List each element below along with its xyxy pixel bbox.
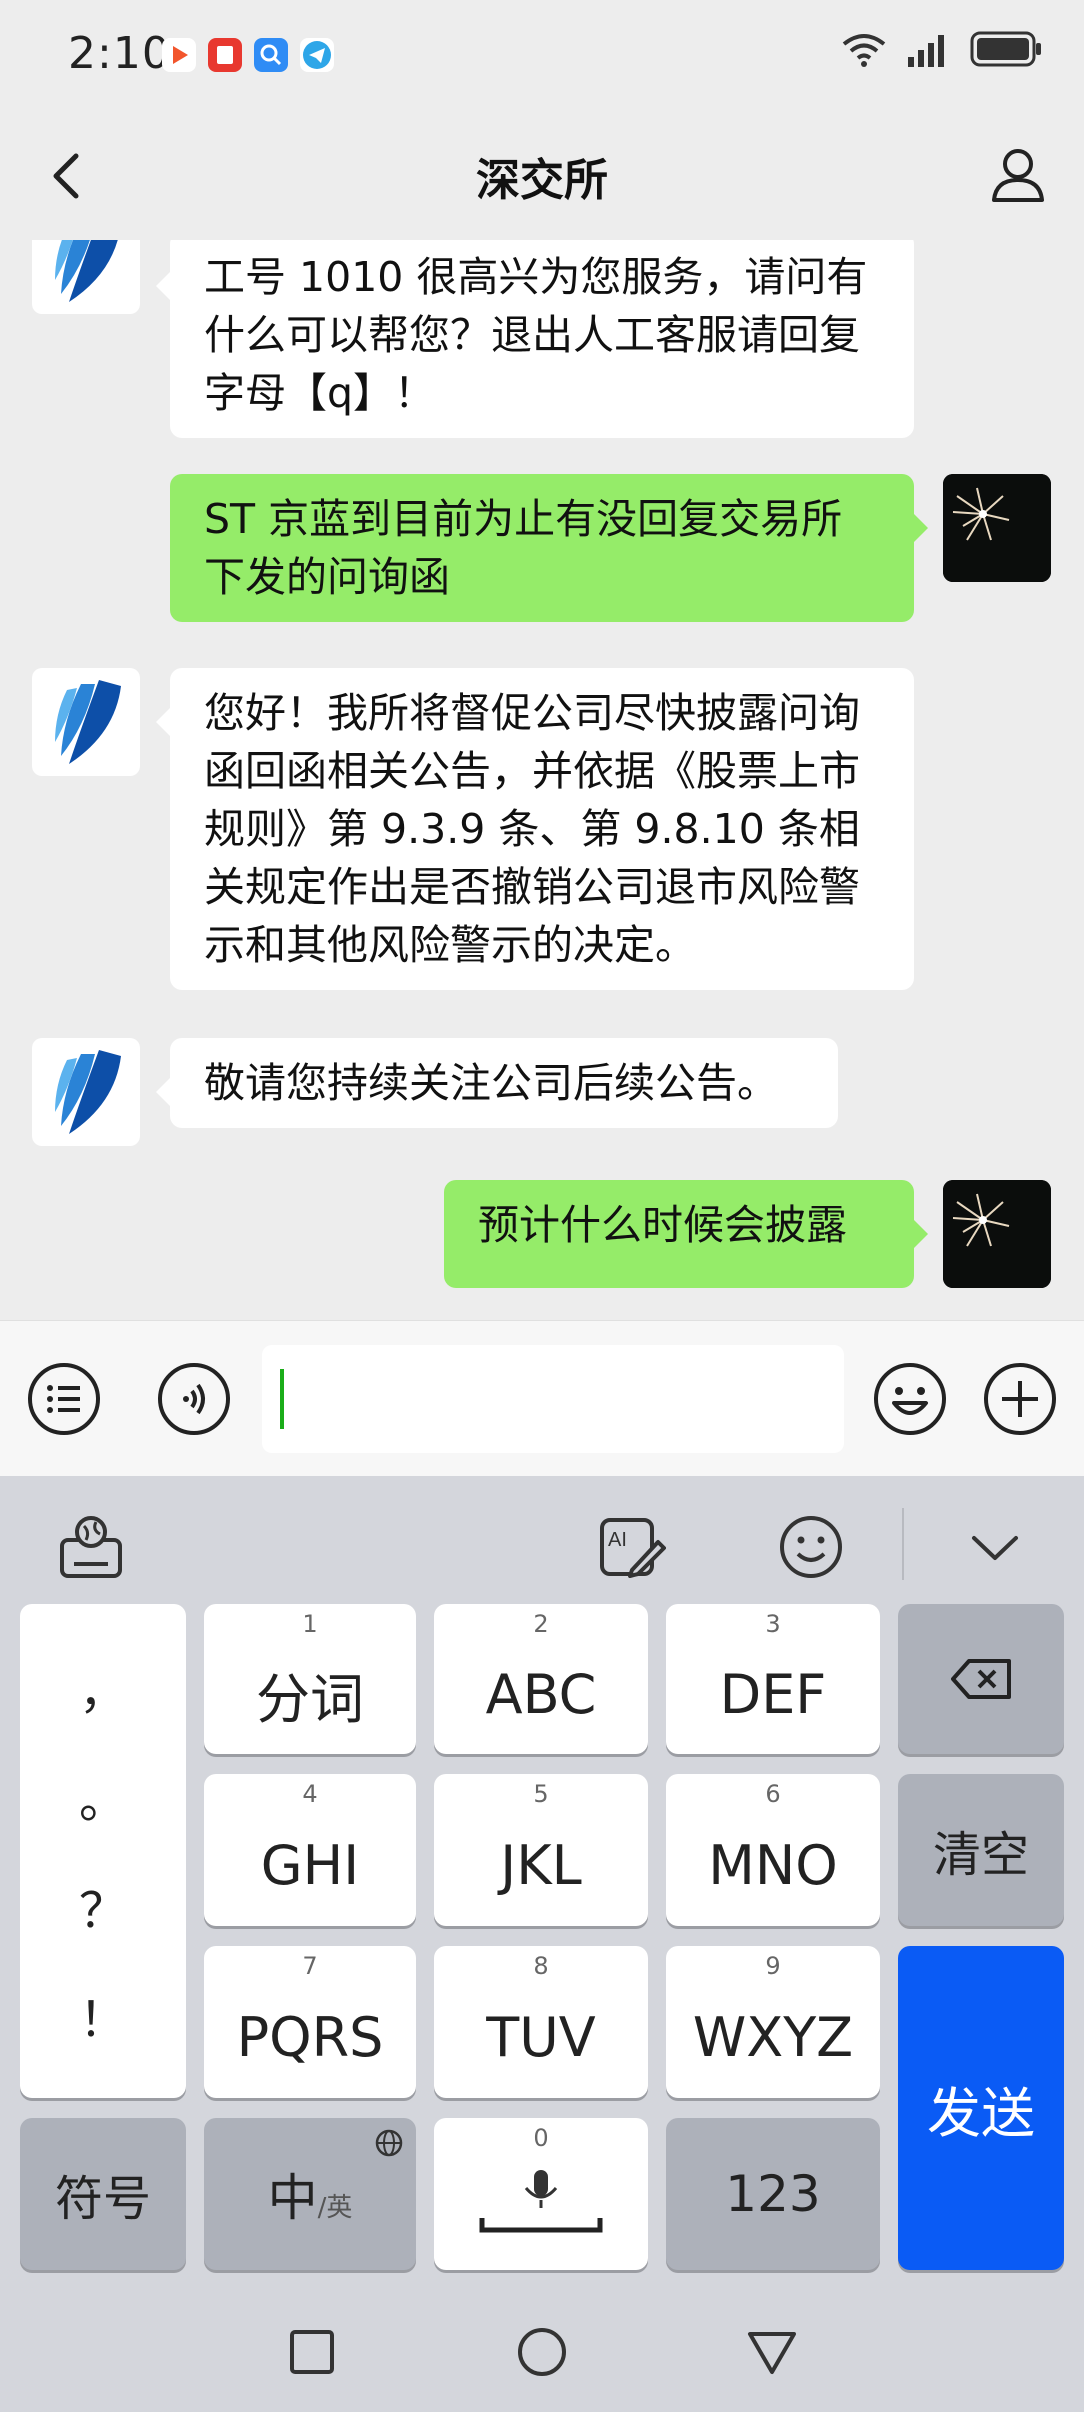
status-bar: 2:10 (0, 0, 1084, 112)
key-label: ABC (485, 1662, 597, 1726)
status-time: 2:10 (68, 28, 171, 79)
key-3[interactable]: 3 DEF (666, 1604, 880, 1754)
key-number: 0 (533, 2124, 549, 2152)
globe-icon (375, 2129, 403, 2157)
szse-logo-icon (55, 1050, 121, 1134)
key-number: 5 (533, 1780, 549, 1808)
signal-icon (908, 35, 944, 67)
key-number: 7 (302, 1952, 318, 1980)
punctuation-column[interactable]: ， 。 ？ ！ (20, 1604, 186, 2098)
profile-icon[interactable] (986, 142, 1050, 206)
key-number: 2 (533, 1610, 549, 1638)
input-bar (0, 1320, 1084, 1477)
emoji-icon[interactable] (872, 1361, 948, 1437)
message-bubble[interactable]: 工号 1010 很高兴为您服务，请问有什么可以帮您？退出人工客服请回复字母【q】… (156, 240, 914, 438)
key-number: 9 (765, 1952, 781, 1980)
language-toggle-key[interactable]: 中 /英 (204, 2118, 416, 2270)
szse-avatar[interactable] (32, 1038, 140, 1146)
key-label: WXYZ (692, 2005, 854, 2069)
key-2[interactable]: 2 ABC (434, 1604, 648, 1754)
battery-icon (970, 31, 1041, 67)
key-label: TUV (486, 2005, 596, 2069)
collapse-keyboard-icon[interactable] (960, 1512, 1030, 1582)
key-comma[interactable]: ， (79, 1652, 127, 1722)
key-label: PQRS (236, 2005, 384, 2069)
key-label: MNO (708, 1833, 838, 1897)
system-nav-bar (0, 2294, 1084, 2412)
user-avatar[interactable] (943, 1180, 1051, 1288)
text-cursor (280, 1369, 284, 1429)
backspace-icon (951, 1659, 1011, 1699)
key-7[interactable]: 7 PQRS (204, 1946, 416, 2098)
key-number: 4 (302, 1780, 318, 1808)
user-avatar[interactable] (943, 474, 1051, 582)
key-number: 1 (302, 1610, 318, 1638)
chat-header: 深交所 (0, 112, 1084, 240)
fireworks-image (943, 474, 1051, 582)
message-input[interactable] (262, 1345, 844, 1453)
symbols-key-label: 符号 (54, 2171, 151, 2227)
message-list[interactable]: 工号 1010 很高兴为您服务，请问有什么可以帮您？退出人工客服请回复字母【q】… (0, 240, 1084, 1320)
message-bubble[interactable]: 预计什么时候会披露 (444, 1180, 928, 1288)
key-number: 8 (533, 1952, 549, 1980)
menu-list-icon[interactable] (26, 1361, 102, 1437)
numbers-key-label: 123 (725, 2165, 821, 2223)
key-5[interactable]: 5 JKL (434, 1774, 648, 1926)
key-label: 分词 (256, 1667, 364, 1731)
message-bubble[interactable]: ST 京蓝到目前为止有没回复交易所下发的问询函 (170, 474, 928, 622)
key-6[interactable]: 6 MNO (666, 1774, 880, 1926)
language-sub-label: /英 (317, 2192, 353, 2223)
clear-key-label: 清空 (932, 1827, 1029, 1883)
toolbar-divider (902, 1508, 904, 1580)
send-key[interactable]: 发送 (898, 1946, 1064, 2270)
szse-logo-icon (55, 240, 118, 302)
key-period[interactable]: 。 (79, 1761, 127, 1831)
add-more-icon[interactable] (982, 1361, 1058, 1437)
key-exclamation[interactable]: ！ (79, 1980, 127, 2050)
key-number: 3 (765, 1610, 781, 1638)
send-key-label: 发送 (927, 2081, 1035, 2145)
space-key[interactable]: 0 (434, 2118, 648, 2270)
video-app-icon (162, 38, 196, 72)
key-8[interactable]: 8 TUV (434, 1946, 648, 2098)
key-number: 6 (765, 1780, 781, 1808)
search-app-icon (254, 38, 288, 72)
szse-avatar[interactable] (32, 668, 140, 776)
chat-title: 深交所 (476, 155, 608, 206)
voice-input-icon[interactable] (156, 1361, 232, 1437)
recent-apps-icon[interactable] (282, 2322, 342, 2382)
backspace-key[interactable] (898, 1604, 1064, 1754)
keyboard-emoji-icon[interactable] (776, 1512, 846, 1582)
news-app-icon (208, 38, 242, 72)
szse-avatar[interactable] (32, 240, 140, 314)
home-icon[interactable] (512, 2322, 572, 2382)
szse-logo-icon (55, 680, 121, 764)
back-nav-icon[interactable] (742, 2322, 802, 2382)
keyboard-language-icon[interactable] (56, 1512, 126, 1582)
key-label: GHI (260, 1833, 360, 1897)
status-right (840, 30, 1044, 68)
language-main-label: 中 (267, 2169, 318, 2227)
notification-icons (162, 38, 334, 72)
key-4[interactable]: 4 GHI (204, 1774, 416, 1926)
key-label: DEF (719, 1662, 827, 1726)
key-label: JKL (500, 1833, 582, 1897)
symbols-key[interactable]: 符号 (20, 2118, 186, 2270)
telegram-app-icon (300, 38, 334, 72)
numbers-key[interactable]: 123 (666, 2118, 880, 2270)
message-bubble[interactable]: 您好！我所将督促公司尽快披露问询函回函相关公告，并依据《股票上市规则》第 9.3… (156, 668, 914, 990)
key-1[interactable]: 1 分词 (204, 1604, 416, 1754)
key-question[interactable]: ？ (79, 1871, 127, 1941)
microphone-space-icon (479, 2170, 603, 2233)
fireworks-image (943, 1180, 1051, 1288)
clear-key[interactable]: 清空 (898, 1774, 1064, 1926)
key-9[interactable]: 9 WXYZ (666, 1946, 880, 2098)
ai-writing-icon[interactable]: AI (596, 1512, 666, 1582)
wifi-icon (842, 34, 886, 67)
message-bubble[interactable]: 敬请您持续关注公司后续公告。 (156, 1038, 838, 1128)
svg-text:AI: AI (608, 1529, 627, 1551)
keyboard: AI ， 。 ？ ！ 1 分词 2 ABC 3 DEF 4 GHI 5 JKL … (0, 1476, 1084, 2294)
